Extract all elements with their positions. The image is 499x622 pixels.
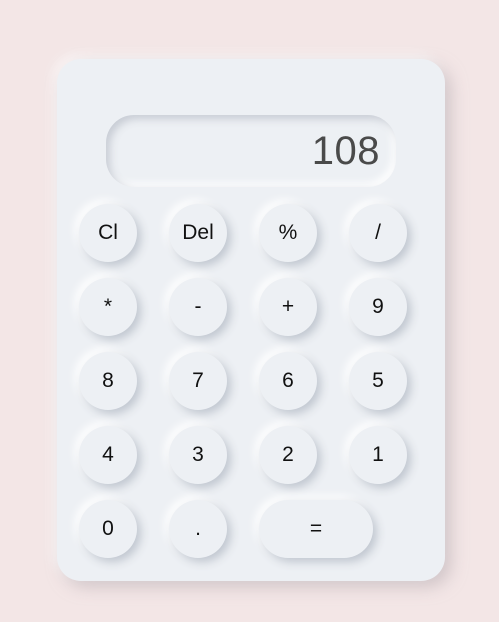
digit-2-button[interactable]: 2 — [259, 426, 317, 484]
multiply-button[interactable]: * — [79, 278, 137, 336]
delete-button[interactable]: Del — [169, 204, 227, 262]
calculator-body: 108 Cl Del % / * - + 9 8 7 6 5 4 3 2 1 0… — [57, 59, 445, 581]
add-button[interactable]: + — [259, 278, 317, 336]
digit-9-button[interactable]: 9 — [349, 278, 407, 336]
divide-button[interactable]: / — [349, 204, 407, 262]
digit-7-button[interactable]: 7 — [169, 352, 227, 410]
equals-button[interactable]: = — [259, 500, 373, 558]
digit-4-button[interactable]: 4 — [79, 426, 137, 484]
clear-button[interactable]: Cl — [79, 204, 137, 262]
result-display: 108 — [106, 115, 396, 187]
digit-8-button[interactable]: 8 — [79, 352, 137, 410]
digit-6-button[interactable]: 6 — [259, 352, 317, 410]
percent-button[interactable]: % — [259, 204, 317, 262]
subtract-button[interactable]: - — [169, 278, 227, 336]
digit-1-button[interactable]: 1 — [349, 426, 407, 484]
digit-5-button[interactable]: 5 — [349, 352, 407, 410]
digit-3-button[interactable]: 3 — [169, 426, 227, 484]
decimal-button[interactable]: . — [169, 500, 227, 558]
digit-0-button[interactable]: 0 — [79, 500, 137, 558]
display-value: 108 — [311, 128, 380, 173]
